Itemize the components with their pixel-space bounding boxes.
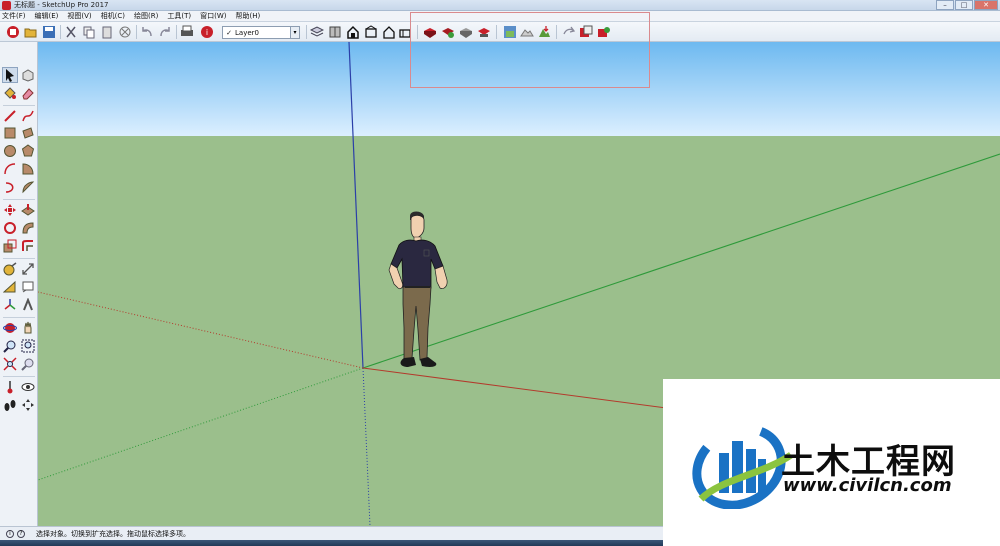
orbit-icon[interactable]: [3, 321, 17, 335]
iso-view-icon[interactable]: [346, 25, 360, 39]
close-button[interactable]: ✕: [974, 0, 998, 10]
tool-palette: [0, 42, 38, 526]
components-icon[interactable]: [328, 25, 342, 39]
menu-tools[interactable]: 工具(T): [167, 11, 191, 21]
right-view-icon[interactable]: [398, 25, 412, 39]
layer-dropdown[interactable]: ✓ Layer0 ▾: [222, 26, 300, 39]
text-icon[interactable]: [21, 280, 35, 294]
sandbox-icon[interactable]: [562, 25, 576, 39]
offset-icon[interactable]: [21, 239, 35, 253]
title-bar: 无标题 - SketchUp Pro 2017 – □ ✕: [0, 0, 1000, 11]
add-location-icon[interactable]: [503, 25, 517, 39]
freehand-icon[interactable]: [21, 109, 35, 123]
print-icon[interactable]: [180, 25, 194, 39]
select-icon[interactable]: [2, 67, 18, 83]
rotated-rectangle-icon[interactable]: [21, 126, 35, 140]
make-component-icon[interactable]: [21, 68, 35, 82]
menu-edit[interactable]: 编辑(E): [35, 11, 59, 21]
zoom-icon[interactable]: [3, 339, 17, 353]
erase-icon[interactable]: [118, 25, 132, 39]
protractor-icon[interactable]: [3, 280, 17, 294]
paint-bucket-icon[interactable]: [3, 86, 17, 100]
sketchup-logo-icon: [2, 0, 11, 10]
rotate-icon[interactable]: [3, 221, 17, 235]
menu-file[interactable]: 文件(F): [2, 11, 26, 21]
walk-icon[interactable]: [3, 398, 17, 412]
minimize-button[interactable]: –: [936, 0, 954, 10]
pan-icon[interactable]: [21, 321, 35, 335]
layer-current-value: Layer0: [235, 28, 259, 37]
sky: [38, 42, 1000, 136]
section-plane-icon[interactable]: [579, 25, 593, 39]
new-icon[interactable]: [6, 25, 20, 39]
rectangle-icon[interactable]: [3, 126, 17, 140]
menu-help[interactable]: 帮助(H): [235, 11, 260, 21]
pie-icon[interactable]: [21, 162, 35, 176]
follow-me-icon[interactable]: [21, 221, 35, 235]
zoom-window-icon[interactable]: [21, 339, 35, 353]
redo-icon[interactable]: [158, 25, 172, 39]
menu-draw[interactable]: 绘图(R): [134, 11, 158, 21]
look-around-icon[interactable]: [21, 380, 35, 394]
chevron-down-icon[interactable]: ▾: [290, 27, 299, 38]
two-point-arc-icon[interactable]: [3, 180, 17, 194]
maximize-button[interactable]: □: [955, 0, 973, 10]
3d-text-icon[interactable]: [21, 298, 35, 312]
circle-icon[interactable]: [3, 144, 17, 158]
move-icon[interactable]: [3, 203, 17, 217]
share-model-icon[interactable]: [459, 25, 473, 39]
zoom-extents-icon[interactable]: [3, 357, 17, 371]
window-title: 无标题 - SketchUp Pro 2017: [14, 1, 109, 9]
upload-icon[interactable]: [477, 25, 491, 39]
three-point-arc-icon[interactable]: [21, 180, 35, 194]
extension-warehouse-icon[interactable]: [441, 25, 455, 39]
svg-text:i: i: [206, 28, 208, 37]
undo-icon[interactable]: [140, 25, 154, 39]
copy-icon[interactable]: [82, 25, 96, 39]
section-display-icon[interactable]: [597, 25, 611, 39]
menu-camera[interactable]: 相机(C): [101, 11, 125, 21]
menu-bar: 文件(F) 编辑(E) 视图(V) 相机(C) 绘图(R) 工具(T) 窗口(W…: [0, 11, 1000, 22]
previous-icon[interactable]: [21, 357, 35, 371]
tape-measure-icon[interactable]: [3, 262, 17, 276]
layers-icon[interactable]: [310, 25, 324, 39]
save-icon[interactable]: [42, 25, 56, 39]
window-controls: – □ ✕: [936, 0, 998, 10]
scale-icon[interactable]: [3, 239, 17, 253]
open-icon[interactable]: [24, 25, 38, 39]
section-icon[interactable]: [21, 398, 35, 412]
model-info-icon[interactable]: i: [200, 25, 214, 39]
layer-visible-check: ✓: [226, 28, 232, 37]
status-text: 选择对象。切换到扩充选择。拖动鼠标选择多项。: [36, 529, 190, 538]
arc-icon[interactable]: [3, 162, 17, 176]
position-camera-icon[interactable]: [3, 380, 17, 394]
axes-icon[interactable]: [3, 298, 17, 312]
eraser-icon[interactable]: [21, 86, 35, 100]
main-toolbar: i ✓ Layer0 ▾: [0, 22, 1000, 42]
watermark: 土木工程网 www.civilcn.com: [663, 379, 1000, 546]
polygon-icon[interactable]: [21, 144, 35, 158]
line-icon[interactable]: [3, 109, 17, 123]
top-view-icon[interactable]: [364, 25, 378, 39]
menu-view[interactable]: 视图(V): [67, 11, 91, 21]
help-icon[interactable]: ?: [17, 529, 25, 538]
dimension-icon[interactable]: [21, 262, 35, 276]
menu-window[interactable]: 窗口(W): [200, 11, 226, 21]
front-view-icon[interactable]: [382, 25, 396, 39]
push-pull-icon[interactable]: [21, 203, 35, 217]
watermark-url: www.civilcn.com: [783, 475, 952, 496]
photo-texture-icon[interactable]: [537, 25, 551, 39]
cut-icon[interactable]: [64, 25, 78, 39]
info-icon[interactable]: i: [6, 529, 14, 538]
paste-icon[interactable]: [100, 25, 114, 39]
3d-warehouse-icon[interactable]: [423, 25, 437, 39]
toggle-terrain-icon[interactable]: [520, 25, 534, 39]
